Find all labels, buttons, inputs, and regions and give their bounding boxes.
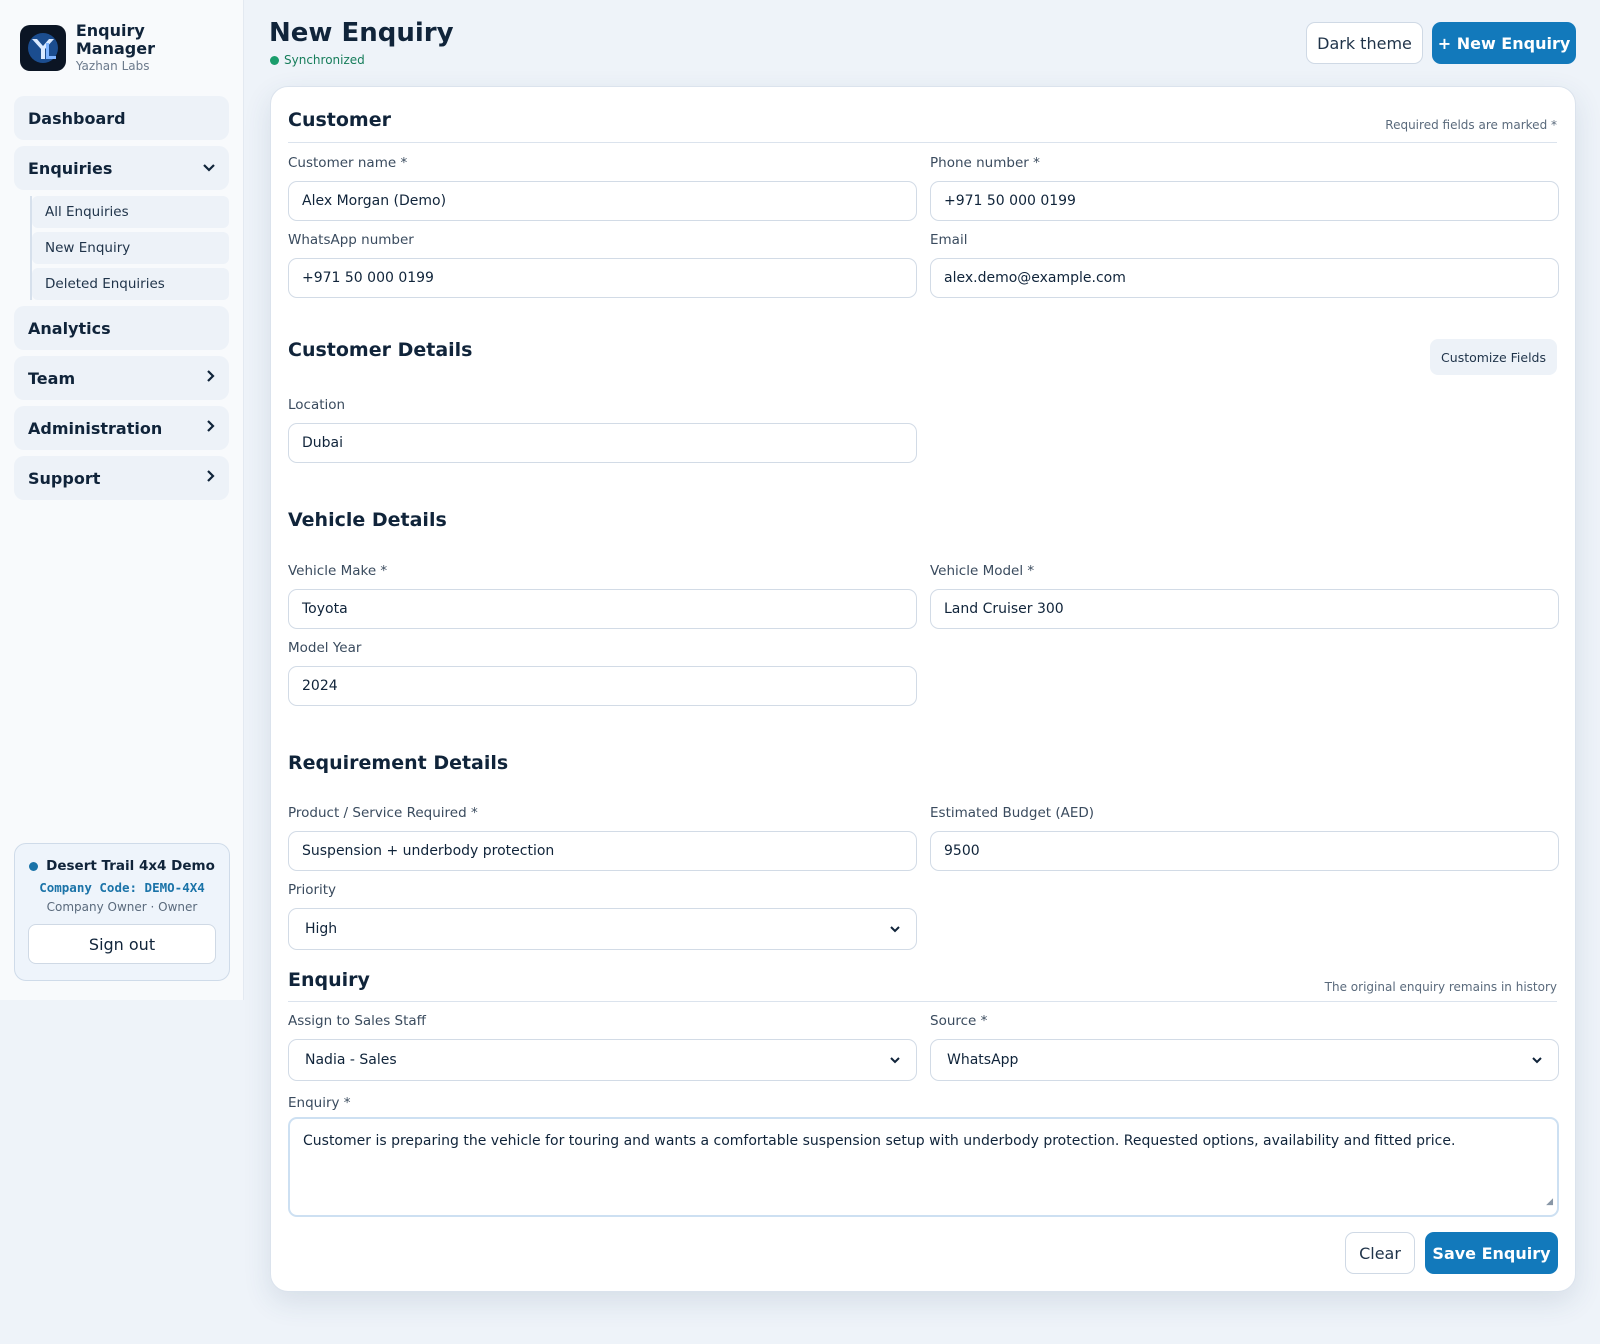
sync-status: Synchronized bbox=[270, 53, 365, 67]
section-divider bbox=[288, 142, 1557, 143]
vehicle-model-label: Vehicle Model * bbox=[930, 563, 1035, 579]
app-logo-icon bbox=[20, 25, 66, 71]
page-title: New Enquiry bbox=[269, 18, 454, 48]
customer-name-label: Customer name * bbox=[288, 155, 408, 171]
source-label: Source * bbox=[930, 1013, 988, 1029]
enquiry-text-label: Enquiry * bbox=[288, 1095, 351, 1111]
model-year-input[interactable]: 2024 bbox=[288, 666, 917, 706]
whatsapp-number-input[interactable]: +971 50 000 0199 bbox=[288, 258, 917, 298]
phone-number-label: Phone number * bbox=[930, 155, 1040, 171]
customer-name-input[interactable]: Alex Morgan (Demo) bbox=[288, 181, 917, 221]
priority-label: Priority bbox=[288, 882, 337, 898]
sidebar-subitem-label: All Enquiries bbox=[45, 204, 129, 220]
brand-name: Enquiry Manager bbox=[75, 21, 155, 58]
sidebar-subitem-new-enquiry[interactable]: New Enquiry bbox=[32, 232, 229, 264]
chevron-down-icon bbox=[1532, 1053, 1542, 1067]
source-select-value: WhatsApp bbox=[947, 1052, 1019, 1068]
sidebar-item-label: Analytics bbox=[28, 318, 111, 338]
chevron-right-icon bbox=[207, 470, 215, 486]
sidebar-item-label: Administration bbox=[28, 418, 163, 438]
sidebar-subitem-deleted-enquiries[interactable]: Deleted Enquiries bbox=[32, 268, 229, 300]
enquiries-submenu: All Enquiries New Enquiry Deleted Enquir… bbox=[30, 196, 229, 300]
sidebar-item-label: Dashboard bbox=[28, 108, 126, 128]
new-enquiry-button[interactable]: + New Enquiry bbox=[1432, 22, 1576, 64]
save-enquiry-button[interactable]: Save Enquiry bbox=[1425, 1232, 1558, 1274]
vehicle-make-label: Vehicle Make * bbox=[288, 563, 388, 579]
whatsapp-number-label: WhatsApp number bbox=[288, 232, 414, 248]
enquiry-textarea-value: Customer is preparing the vehicle for to… bbox=[303, 1133, 1456, 1149]
source-select[interactable]: WhatsApp bbox=[930, 1039, 1559, 1081]
sidebar-subitem-all-enquiries[interactable]: All Enquiries bbox=[32, 196, 229, 228]
model-year-label: Model Year bbox=[288, 640, 362, 656]
sidebar-item-team[interactable]: Team bbox=[14, 356, 229, 400]
estimated-budget-input[interactable]: 9500 bbox=[930, 831, 1559, 871]
company-name: Desert Trail 4x4 Demo bbox=[46, 858, 215, 874]
location-label: Location bbox=[288, 397, 346, 413]
phone-number-input[interactable]: +971 50 000 0199 bbox=[930, 181, 1559, 221]
location-input[interactable]: Dubai bbox=[288, 423, 917, 463]
company-role: Company Owner · Owner bbox=[46, 900, 198, 914]
section-title-vehicle-details: Vehicle Details bbox=[288, 509, 447, 531]
sidebar-item-support[interactable]: Support bbox=[14, 456, 229, 500]
sidebar-item-label: Enquiries bbox=[28, 158, 113, 178]
sidebar-item-dashboard[interactable]: Dashboard bbox=[14, 96, 229, 140]
assign-sales-staff-value: Nadia - Sales bbox=[305, 1052, 397, 1068]
product-service-label: Product / Service Required * bbox=[288, 805, 478, 821]
sidebar-subitem-label: Deleted Enquiries bbox=[45, 276, 165, 292]
clear-button[interactable]: Clear bbox=[1345, 1232, 1415, 1274]
assign-sales-staff-label: Assign to Sales Staff bbox=[288, 1013, 426, 1029]
company-card: Desert Trail 4x4 Demo Company Code: DEMO… bbox=[14, 843, 230, 981]
vehicle-make-input[interactable]: Toyota bbox=[288, 589, 917, 629]
brand-subtitle: Yazhan Labs bbox=[75, 59, 150, 73]
chevron-down-icon bbox=[890, 1053, 900, 1067]
product-service-input[interactable]: Suspension + underbody protection bbox=[288, 831, 917, 871]
enquiry-textarea[interactable]: Customer is preparing the vehicle for to… bbox=[288, 1117, 1559, 1217]
chevron-down-icon bbox=[203, 160, 215, 176]
section-divider bbox=[288, 1001, 1557, 1002]
chevron-down-icon bbox=[890, 922, 900, 936]
section-title-enquiry: Enquiry bbox=[288, 969, 370, 991]
dark-theme-button[interactable]: Dark theme bbox=[1306, 22, 1423, 64]
required-note: Required fields are marked * bbox=[1385, 118, 1557, 132]
company-code: Company Code: DEMO-4X4 bbox=[39, 880, 205, 895]
sidebar-item-label: Support bbox=[28, 468, 101, 488]
sidebar-item-label: Team bbox=[28, 368, 76, 388]
sync-dot-icon bbox=[270, 55, 279, 65]
estimated-budget-label: Estimated Budget (AED) bbox=[930, 805, 1095, 821]
priority-select-value: High bbox=[305, 921, 338, 937]
brand: Enquiry Manager Yazhan Labs bbox=[20, 22, 229, 74]
section-title-customer-details: Customer Details bbox=[288, 339, 473, 361]
sidebar-item-enquiries[interactable]: Enquiries bbox=[14, 146, 229, 190]
priority-select[interactable]: High bbox=[288, 908, 917, 950]
sign-out-button[interactable]: Sign out bbox=[28, 924, 216, 964]
chevron-right-icon bbox=[207, 370, 215, 386]
sidebar-item-administration[interactable]: Administration bbox=[14, 406, 229, 450]
chevron-right-icon bbox=[207, 420, 215, 436]
sync-status-text: Synchronized bbox=[284, 53, 365, 67]
resize-handle-icon[interactable]: ◢ bbox=[1546, 1192, 1553, 1212]
email-label: Email bbox=[930, 232, 968, 248]
sidebar-item-analytics[interactable]: Analytics bbox=[14, 306, 229, 350]
assign-sales-staff-select[interactable]: Nadia - Sales bbox=[288, 1039, 917, 1081]
section-title-requirement-details: Requirement Details bbox=[288, 752, 509, 774]
sidebar: Enquiry Manager Yazhan Labs Dashboard En… bbox=[0, 0, 244, 1000]
enquiry-form-card: Customer Required fields are marked * Cu… bbox=[270, 86, 1576, 1292]
customize-fields-button[interactable]: Customize Fields bbox=[1430, 339, 1557, 375]
history-note: The original enquiry remains in history bbox=[1324, 980, 1557, 994]
section-title-customer: Customer bbox=[288, 109, 391, 131]
sidebar-subitem-label: New Enquiry bbox=[45, 240, 131, 256]
company-name-row: Desert Trail 4x4 Demo bbox=[15, 858, 229, 874]
status-dot-icon bbox=[29, 861, 39, 871]
email-input[interactable]: alex.demo@example.com bbox=[930, 258, 1559, 298]
vehicle-model-input[interactable]: Land Cruiser 300 bbox=[930, 589, 1559, 629]
